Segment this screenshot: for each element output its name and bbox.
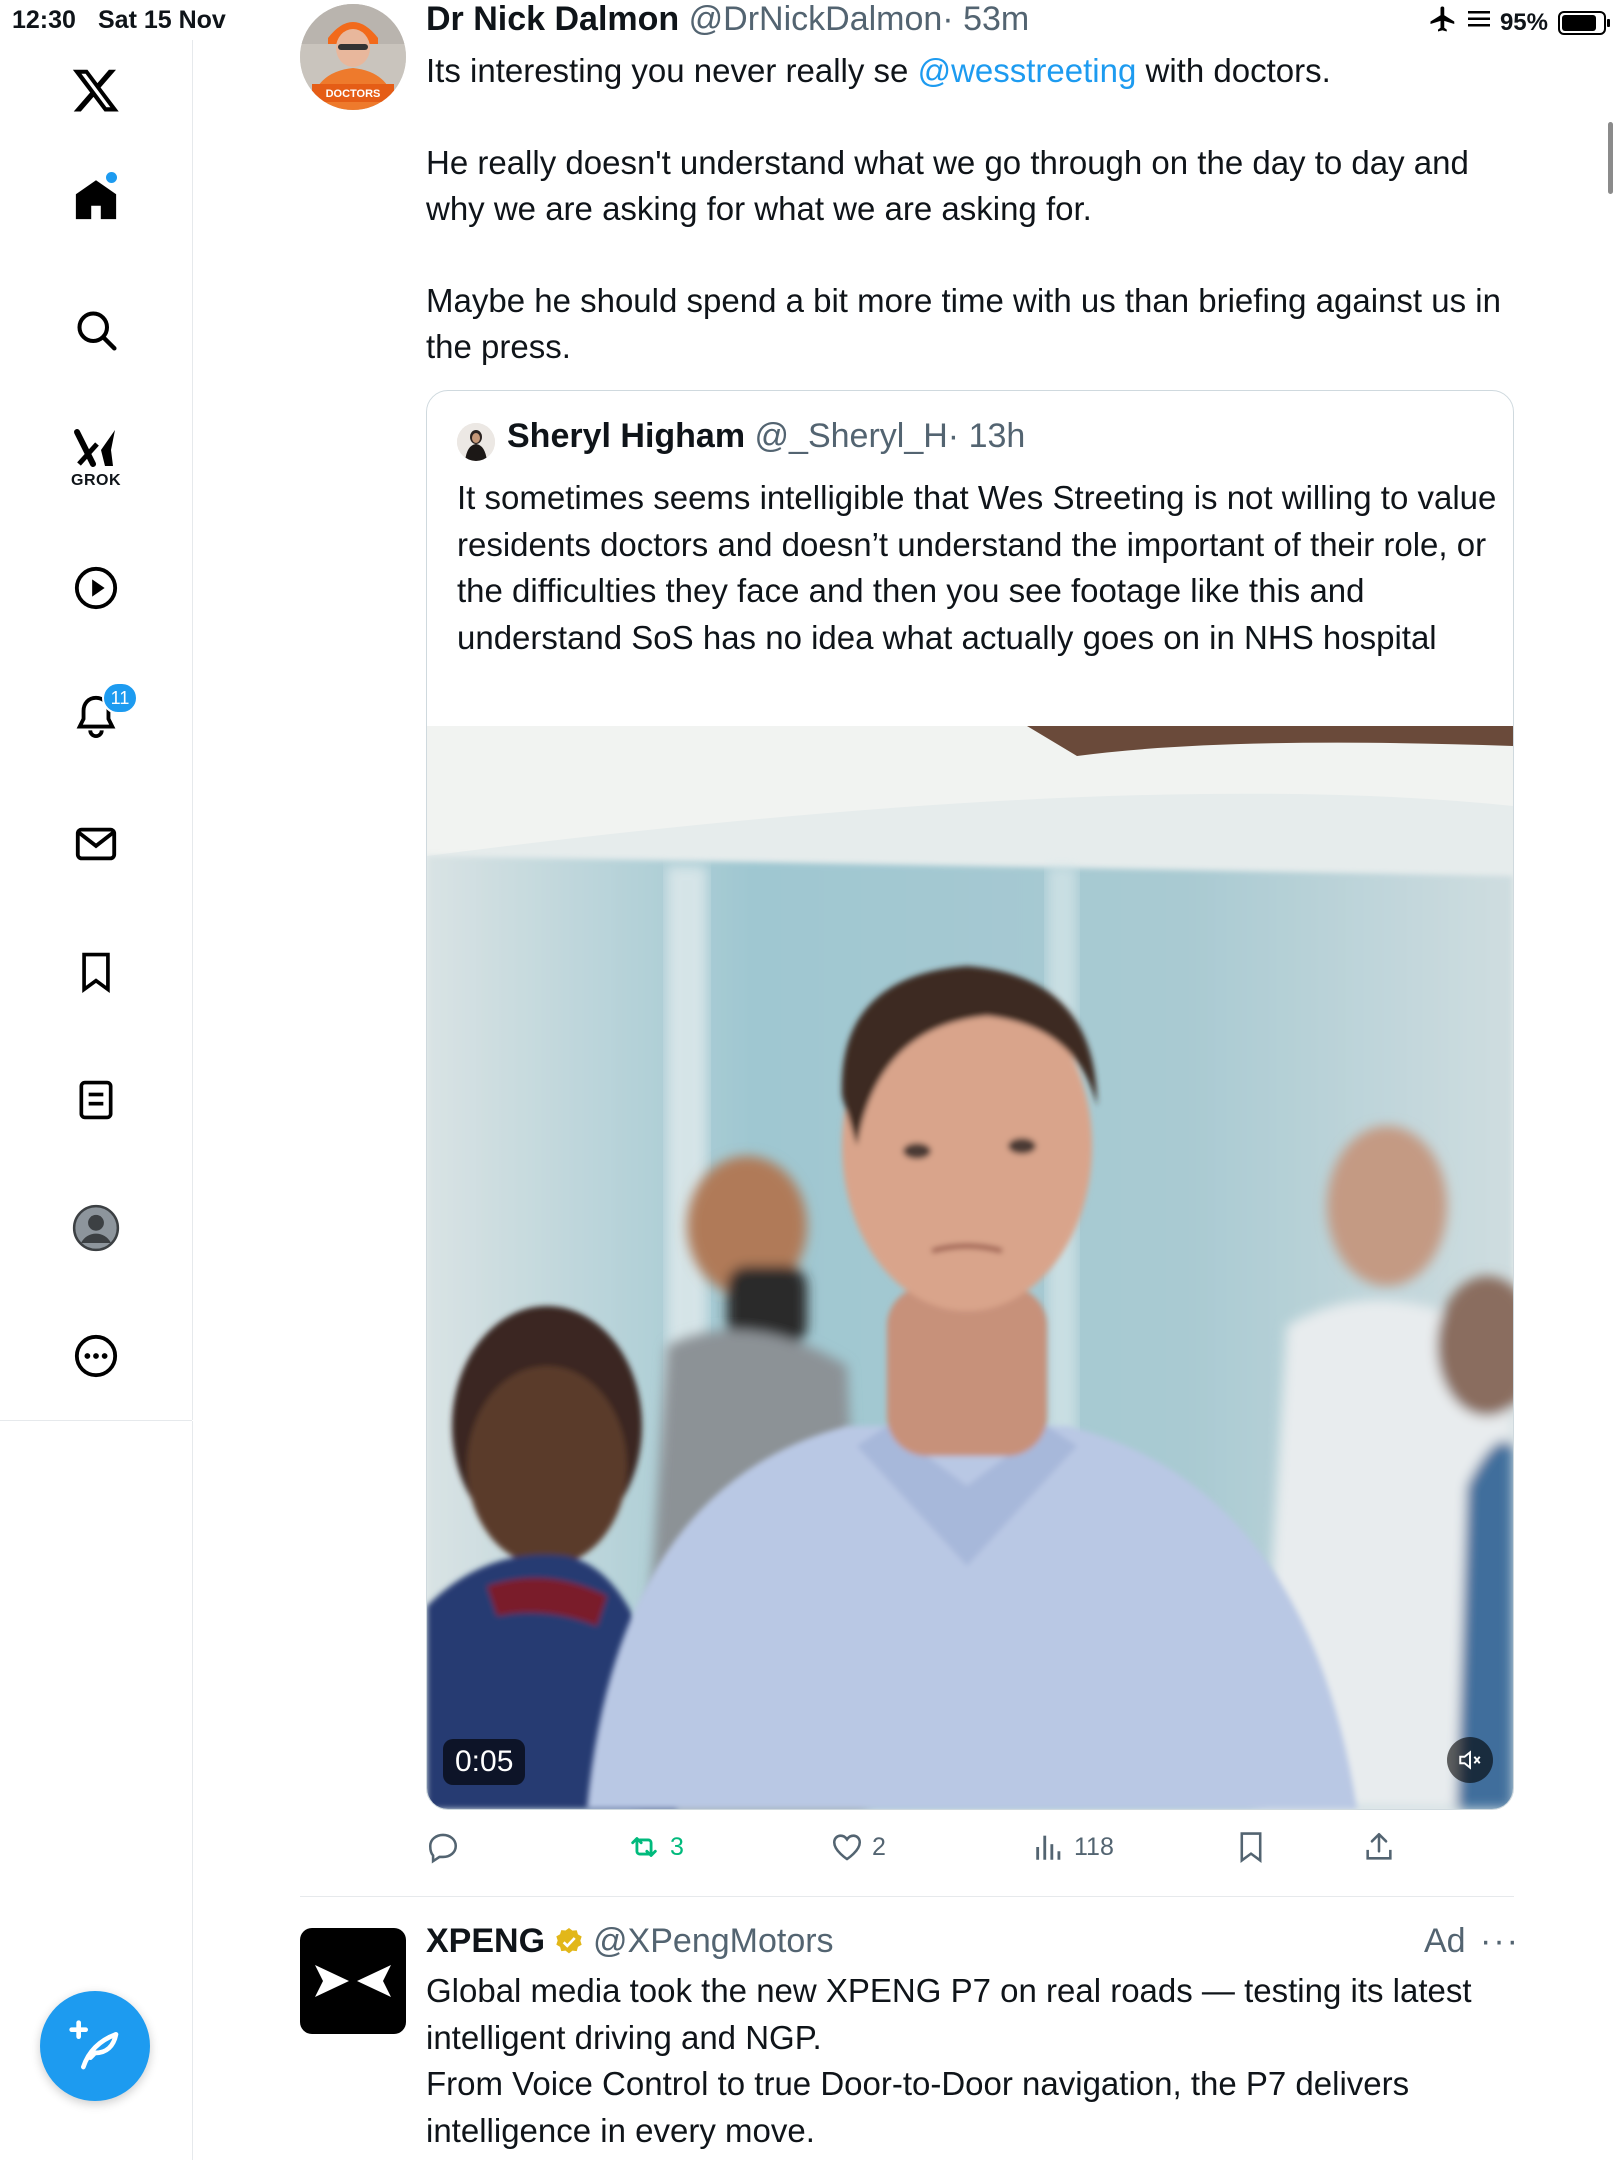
- ad-author-handle[interactable]: @XPengMotors: [593, 1922, 834, 1961]
- tweet-text-p2: He really doesn't understand what we go …: [426, 144, 1469, 227]
- status-date: Sat 15 Nov: [98, 6, 226, 34]
- sidebar-item-video[interactable]: [56, 548, 136, 628]
- battery-icon: [1558, 10, 1610, 35]
- quoted-author-name[interactable]: Sheryl Higham: [507, 417, 745, 455]
- more-icon: [74, 1334, 118, 1378]
- ad-author-name[interactable]: XPENG: [426, 1922, 545, 1961]
- quoted-text: It sometimes seems intelligible that Wes…: [457, 479, 1497, 656]
- reply-button[interactable]: [426, 1830, 468, 1864]
- ad-header: XPENG @XPengMotors: [426, 1922, 834, 1961]
- like-count: 2: [872, 1832, 886, 1861]
- mute-button[interactable]: [1447, 1737, 1493, 1783]
- sidebar-item-profile[interactable]: [56, 1188, 136, 1268]
- sidebar-item-grok[interactable]: GROK: [56, 418, 136, 498]
- video-frame: [427, 726, 1513, 1809]
- battery-percent: 95%: [1499, 8, 1548, 36]
- sidebar-item-messages[interactable]: [56, 804, 136, 884]
- verified-badge-icon: [556, 1927, 582, 1953]
- bookmark-button[interactable]: [1234, 1830, 1268, 1864]
- share-button[interactable]: [1362, 1830, 1396, 1864]
- quoted-header: Sheryl Higham @_Sheryl_H· 13h: [507, 417, 1025, 456]
- muted-speaker-icon: [1459, 1750, 1481, 1770]
- tweet-divider: [300, 1896, 1514, 1897]
- tweet-text-p3: Maybe he should spend a bit more time wi…: [426, 282, 1501, 365]
- retweet-count: 3: [670, 1832, 684, 1861]
- ad-label: Ad: [1424, 1922, 1466, 1960]
- quoted-author-avatar[interactable]: [457, 423, 495, 461]
- list-doc-icon: [79, 1080, 113, 1120]
- sidebar-item-notifications[interactable]: 11: [56, 676, 138, 756]
- like-button[interactable]: 2: [830, 1830, 886, 1864]
- ad-avatar[interactable]: [300, 1928, 406, 2034]
- home-icon: [75, 180, 117, 220]
- tweet-text-p1-a: Its interesting you never really se: [426, 52, 918, 89]
- views-icon: [1036, 1835, 1061, 1860]
- sidebar: GROK 11: [0, 40, 193, 1420]
- video-timestamp: 0:05: [443, 1739, 526, 1785]
- airplane-icon: [1428, 4, 1458, 41]
- scrollbar[interactable]: [1608, 122, 1613, 194]
- xpeng-logo-icon: [315, 1965, 391, 1997]
- play-icon: [74, 566, 118, 610]
- compose-button[interactable]: [40, 1991, 150, 2101]
- grok-icon: [74, 429, 115, 467]
- tweet-text-p1-b: with doctors.: [1136, 52, 1331, 89]
- ad-text: Global media took the new XPENG P7 on re…: [426, 1968, 1526, 2154]
- views-button[interactable]: 118: [1032, 1830, 1114, 1864]
- notification-badge: 11: [102, 682, 138, 714]
- author-name[interactable]: Dr Nick Dalmon: [426, 0, 679, 38]
- list-icon: [1467, 8, 1490, 37]
- ad-text-line2: From Voice Control to true Door-to-Door …: [426, 2065, 1410, 2149]
- sidebar-item-bookmarks[interactable]: [56, 932, 136, 1012]
- status-time: 12:30: [12, 6, 76, 34]
- avatar-badge-text: DOCTORS: [326, 88, 381, 100]
- search-icon: [77, 311, 117, 351]
- ad-text-line1: Global media took the new XPENG P7 on re…: [426, 1972, 1472, 2056]
- mention-link[interactable]: @wesstreeting: [918, 52, 1137, 89]
- bookmark-icon: [82, 952, 110, 994]
- status-indicators: 95%: [1428, 4, 1610, 41]
- quoted-tweet[interactable]: Sheryl Higham @_Sheryl_H· 13h It sometim…: [426, 390, 1514, 1810]
- reply-icon: [428, 1833, 458, 1864]
- home-notification-dot: [106, 172, 117, 183]
- sidebar-item-search[interactable]: [56, 290, 136, 370]
- sidebar-item-more[interactable]: [56, 1316, 136, 1396]
- compose-icon: [69, 2020, 119, 2070]
- mail-icon: [75, 827, 117, 861]
- heart-icon: [832, 1834, 862, 1861]
- quoted-author-handle[interactable]: @_Sheryl_H: [755, 417, 948, 455]
- tweet-time[interactable]: · 53m: [942, 0, 1029, 38]
- grok-label: GROK: [71, 472, 121, 489]
- sidebar-divider: [0, 1420, 192, 1421]
- x-logo-icon[interactable]: [56, 50, 136, 130]
- author-handle[interactable]: @DrNickDalmon: [689, 0, 943, 38]
- retweet-icon: [631, 1837, 657, 1857]
- author-avatar[interactable]: DOCTORS: [300, 4, 406, 110]
- profile-icon: [72, 1204, 120, 1252]
- views-count: 118: [1074, 1832, 1114, 1861]
- sidebar-item-home[interactable]: [56, 160, 136, 240]
- video-player[interactable]: 0:05: [427, 726, 1513, 1809]
- retweet-button[interactable]: 3: [626, 1830, 684, 1864]
- share-icon: [1366, 1832, 1392, 1860]
- bookmark-icon: [1240, 1832, 1262, 1863]
- tweet-text: Its interesting you never really se @wes…: [426, 48, 1526, 416]
- tweet-header: Dr Nick Dalmon @DrNickDalmon· 53m: [426, 0, 1029, 39]
- tweet-actions: 3 2 118: [426, 1830, 1526, 1870]
- sidebar-border: [192, 1421, 193, 2160]
- quoted-time: · 13h: [947, 417, 1026, 455]
- sidebar-item-lists[interactable]: [56, 1060, 136, 1140]
- ad-more-button[interactable]: ···: [1480, 1922, 1520, 1961]
